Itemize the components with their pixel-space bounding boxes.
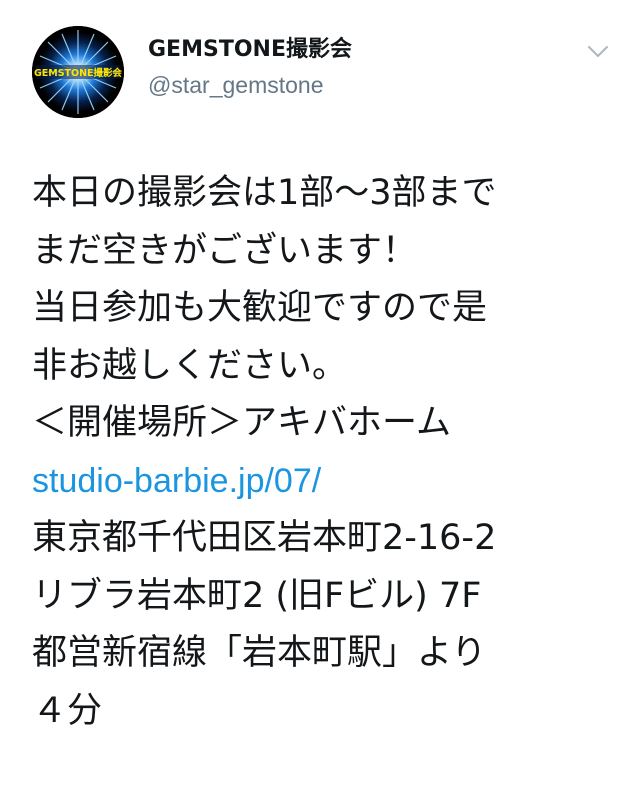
address-line: リブラ岩本町2 (旧Fビル) 7F xyxy=(32,575,482,616)
tweet-line: 当日参加も大歓迎ですので是 xyxy=(32,288,488,328)
handle[interactable]: @star_gemstone xyxy=(148,70,352,100)
chevron-down-icon[interactable] xyxy=(586,44,610,60)
avatar[interactable]: GEMSTONE撮影会 xyxy=(32,26,124,118)
tweet-line: 本日の撮影会は1部〜3部まで xyxy=(32,173,497,213)
address-line: 東京都千代田区岩本町2-16-2 xyxy=(32,518,497,558)
tweet-header: GEMSTONE撮影会 GEMSTONE撮影会 @star_gemstone xyxy=(32,26,612,118)
link-line: studio-barbie.jp/07/ xyxy=(32,453,622,511)
author-names: GEMSTONE撮影会 @star_gemstone xyxy=(148,36,352,100)
starburst-logo-icon: GEMSTONE撮影会 xyxy=(32,26,124,118)
tweet-line: ＜開催場所＞アキバホーム xyxy=(32,403,451,443)
tweet-line: まだ空きがございます！ xyxy=(32,230,418,271)
address-line: 都営新宿線「岩本町駅」より xyxy=(32,633,487,673)
display-name[interactable]: GEMSTONE撮影会 xyxy=(148,36,352,64)
studio-link[interactable]: studio-barbie.jp/07/ xyxy=(32,462,321,500)
tweet-line: 非お越しください。 xyxy=(32,345,348,386)
address-line: ４分 xyxy=(32,690,103,731)
avatar-text: GEMSTONE撮影会 xyxy=(34,67,123,79)
tweet-text: 本日の撮影会は1部〜3部まで まだ空きがございます！ 当日参加も大歓迎ですので是… xyxy=(32,165,622,740)
